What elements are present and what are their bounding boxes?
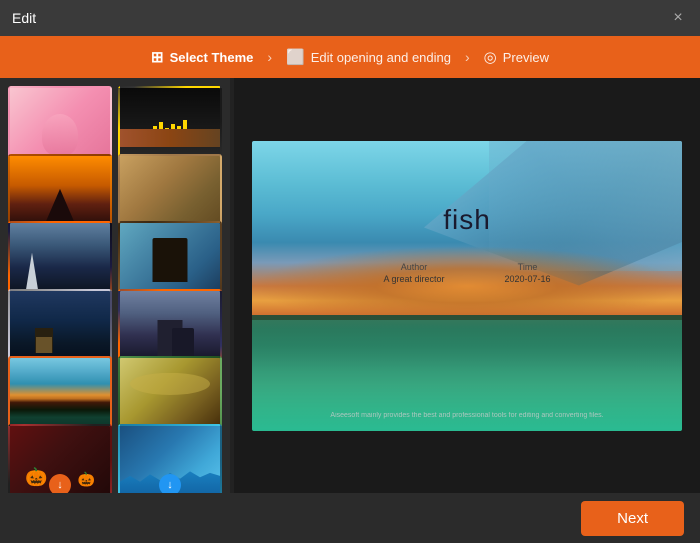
theme-thumb-5[interactable] — [8, 221, 112, 299]
theme-thumb-4[interactable] — [118, 154, 222, 232]
theme-thumb-12[interactable]: ↓ — [118, 424, 222, 494]
theme-thumb-8[interactable] — [118, 289, 222, 367]
theme-thumb-11[interactable]: 🎃 🎃 ↓ — [8, 424, 112, 494]
step-select-theme-label: Select Theme — [170, 50, 254, 65]
step-navigation: ⊞ Select Theme › ⬜ Edit opening and endi… — [0, 36, 700, 78]
step-edit-opening-label: Edit opening and ending — [311, 50, 451, 65]
theme-thumb-1[interactable] — [8, 86, 112, 164]
window-title: Edit — [12, 10, 36, 26]
download-icon-11: ↓ — [49, 474, 71, 494]
time-label: Time — [518, 262, 538, 272]
preview-meta: Author A great director Time 2020-07-16 — [252, 262, 682, 284]
preview-footer: Aiseesoft mainly provides the best and p… — [252, 412, 682, 419]
preview-title: fish — [252, 204, 682, 236]
edit-opening-icon: ⬜ — [286, 48, 305, 66]
author-value: A great director — [383, 274, 444, 284]
meta-time: Time 2020-07-16 — [504, 262, 550, 284]
preview-card: fish Author A great director Time 2020-0… — [252, 141, 682, 431]
theme-thumb-9[interactable] — [8, 356, 112, 434]
preview-area: fish Author A great director Time 2020-0… — [234, 78, 700, 493]
theme-thumb-6[interactable] — [118, 221, 222, 299]
step-select-theme[interactable]: ⊞ Select Theme — [141, 48, 263, 66]
horizon-glow — [252, 246, 682, 326]
title-bar: Edit × — [0, 0, 700, 36]
next-button[interactable]: Next — [581, 501, 684, 536]
step-arrow-2: › — [465, 49, 470, 65]
meta-author: Author A great director — [383, 262, 444, 284]
download-icon-12: ↓ — [159, 474, 181, 494]
step-arrow-1: › — [267, 49, 272, 65]
theme-thumb-10[interactable] — [118, 356, 222, 434]
theme-sidebar: 🎃 🎃 ↓ ↓ — [0, 78, 230, 493]
theme-thumb-3[interactable] — [8, 154, 112, 232]
bottom-bar: Next — [0, 493, 700, 543]
time-value: 2020-07-16 — [504, 274, 550, 284]
preview-icon: ◎ — [484, 48, 497, 66]
step-preview-label: Preview — [503, 50, 549, 65]
theme-thumb-7[interactable] — [8, 289, 112, 367]
step-preview[interactable]: ◎ Preview — [474, 48, 559, 66]
close-button[interactable]: × — [668, 8, 688, 28]
main-content: 🎃 🎃 ↓ ↓ fish — [0, 78, 700, 493]
author-label: Author — [401, 262, 428, 272]
step-edit-opening[interactable]: ⬜ Edit opening and ending — [276, 48, 461, 66]
theme-thumb-2[interactable] — [118, 86, 222, 164]
select-theme-icon: ⊞ — [151, 48, 164, 66]
